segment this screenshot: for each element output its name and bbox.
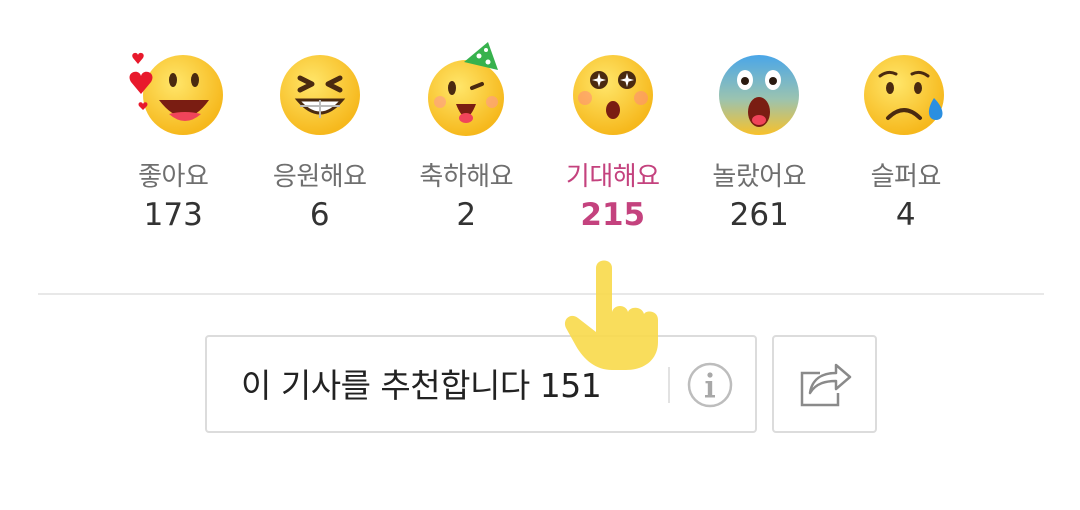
- reaction-surprised-count: 261: [729, 197, 789, 233]
- reaction-cheer[interactable]: 응원해요 6: [247, 40, 394, 232]
- reaction-congrats-label: 축하해요: [419, 162, 514, 192]
- info-separator: [668, 367, 670, 403]
- reaction-sad-count: 4: [895, 197, 916, 233]
- sparkle-eyes-emoji-icon: [572, 55, 653, 135]
- reaction-expect-label: 기대해요: [565, 162, 660, 192]
- divider: [38, 293, 1044, 295]
- reaction-like[interactable]: 좋아요 173: [100, 40, 247, 232]
- reaction-panel: 좋아요 173 응원해요 6 축하해요 2 기대해요 215 놀랐어요 261 …: [0, 0, 1080, 510]
- reaction-list: 좋아요 173 응원해요 6 축하해요 2 기대해요 215 놀랐어요 261 …: [100, 40, 980, 232]
- heart-face-emoji-icon: [129, 52, 224, 135]
- reaction-expect-count: 215: [580, 197, 646, 233]
- reaction-congrats-count: 2: [456, 197, 477, 233]
- reaction-surprised[interactable]: 놀랐어요 261: [686, 40, 833, 232]
- grinning-squint-emoji-icon: [279, 55, 360, 135]
- party-hat-emoji-icon: [428, 42, 505, 136]
- reaction-like-label: 좋아요: [138, 162, 209, 192]
- reaction-cheer-count: 6: [309, 197, 330, 233]
- reaction-sad[interactable]: 슬퍼요 4: [833, 40, 980, 232]
- reaction-expect[interactable]: 기대해요 215: [540, 40, 687, 232]
- recommend-label: 이 기사를 추천합니다 151: [241, 366, 602, 405]
- shocked-emoji-icon: [719, 55, 800, 135]
- reaction-like-count: 173: [143, 197, 203, 233]
- hand-pointer-icon: [564, 260, 658, 370]
- recommend-button[interactable]: 이 기사를 추천합니다 151: [205, 335, 757, 433]
- sad-tear-emoji-icon: [863, 55, 944, 135]
- reaction-congrats[interactable]: 축하해요 2: [393, 40, 540, 232]
- share-button[interactable]: [772, 335, 877, 433]
- share-icon: [800, 363, 852, 407]
- reaction-sad-label: 슬퍼요: [870, 162, 942, 192]
- info-icon[interactable]: [686, 361, 734, 409]
- reaction-cheer-label: 응원해요: [272, 162, 367, 192]
- reaction-surprised-label: 놀랐어요: [712, 162, 807, 192]
